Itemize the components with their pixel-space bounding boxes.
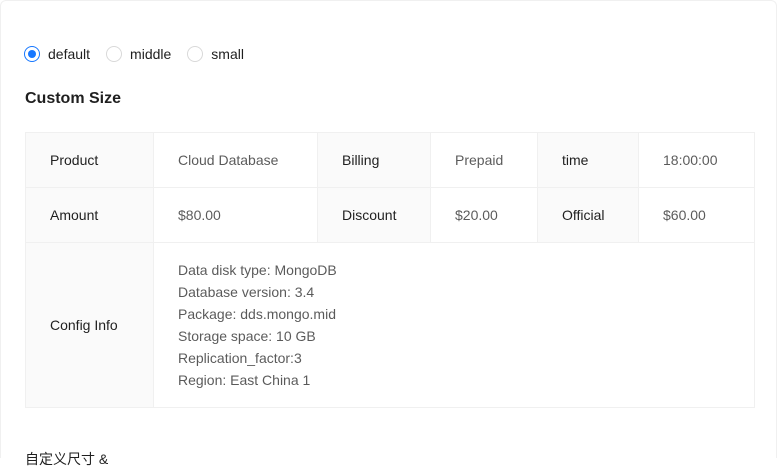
radio-default-circle[interactable] <box>24 46 40 62</box>
config-line: Package: dds.mongo.mid <box>178 306 336 322</box>
time-label: time <box>537 132 639 188</box>
config-line: Database version: 3.4 <box>178 284 315 300</box>
official-label: Official <box>537 187 639 243</box>
descriptions-table: Product Cloud Database Billing Prepaid t… <box>25 132 755 408</box>
radio-middle-circle[interactable] <box>106 46 123 62</box>
descriptions-row: Amount $80.00 Discount $20.00 Official $… <box>25 187 755 243</box>
config-line: Region: East China 1 <box>178 372 311 388</box>
billing-label: Billing <box>317 132 431 188</box>
config-line: Data disk type: MongoDB <box>178 262 337 278</box>
size-radio-group: default middle small <box>24 44 260 64</box>
product-value: Cloud Database <box>153 132 318 188</box>
config-line: Replication_factor:3 <box>178 350 302 366</box>
amount-value: $80.00 <box>153 187 318 243</box>
discount-label: Discount <box>317 187 431 243</box>
amount-label: Amount <box>25 187 154 243</box>
config-line: Storage space: 10 GB <box>178 328 316 344</box>
next-section-title: 自定义尺寸 & <box>25 451 109 467</box>
config-info-value: Data disk type: MongoDB Database version… <box>153 242 755 408</box>
radio-small-circle[interactable] <box>187 46 204 62</box>
official-value: $60.00 <box>638 187 755 243</box>
radio-default-label[interactable]: default <box>48 46 90 62</box>
product-label: Product <box>25 132 154 188</box>
descriptions-row: Product Cloud Database Billing Prepaid t… <box>25 132 755 188</box>
config-info-label: Config Info <box>25 242 154 408</box>
radio-middle[interactable]: middle <box>106 46 171 62</box>
radio-small[interactable]: small <box>187 46 244 62</box>
descriptions-row: Config Info Data disk type: MongoDB Data… <box>25 242 755 408</box>
billing-value: Prepaid <box>430 132 538 188</box>
time-value: 18:00:00 <box>638 132 755 188</box>
section-title: Custom Size <box>25 90 122 107</box>
radio-small-label[interactable]: small <box>211 46 244 62</box>
discount-value: $20.00 <box>430 187 538 243</box>
radio-middle-label[interactable]: middle <box>130 46 171 62</box>
radio-default[interactable]: default <box>24 46 90 62</box>
